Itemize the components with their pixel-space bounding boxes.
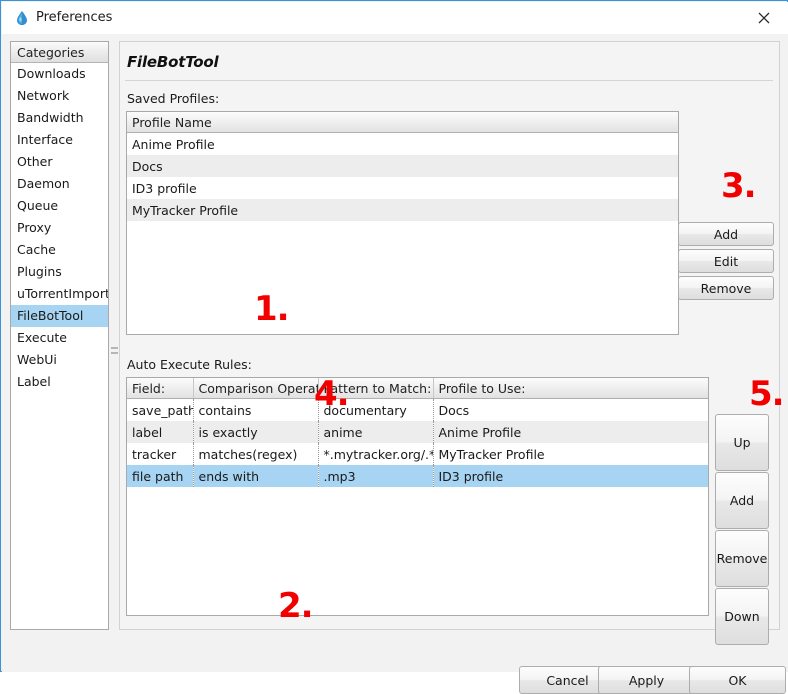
cell-profile-name: Docs — [127, 155, 678, 177]
sidebar-item-interface[interactable]: Interface — [11, 129, 108, 151]
sidebar-item-label: Downloads — [17, 66, 86, 81]
column-header-comparison-operator[interactable]: Comparison Operator: — [193, 378, 319, 399]
table-row[interactable]: file path ends with .mp3 ID3 profile — [127, 465, 708, 487]
cell-field: save_path — [127, 398, 194, 421]
sidebar-item-daemon[interactable]: Daemon — [11, 173, 108, 195]
column-header-profile-name[interactable]: Profile Name — [127, 112, 678, 133]
sidebar-item-plugins[interactable]: Plugins — [11, 261, 108, 283]
close-icon — [758, 12, 770, 24]
splitter-handle[interactable] — [111, 347, 118, 369]
cell-operator: is exactly — [193, 421, 319, 443]
sidebar-item-webui[interactable]: WebUi — [11, 349, 108, 371]
sidebar-item-label: WebUi — [17, 352, 57, 367]
sidebar-item-label: Daemon — [17, 176, 70, 191]
preferences-window: Preferences Categories Downloads Network… — [0, 0, 788, 694]
move-rule-up-button[interactable]: Up — [715, 414, 769, 471]
sidebar-item-label: Label — [17, 374, 51, 389]
table-row[interactable]: tracker matches(regex) *.mytracker.org/.… — [127, 443, 708, 465]
remove-rule-button[interactable]: Remove — [715, 530, 769, 587]
cell-profile: MyTracker Profile — [438, 446, 545, 462]
move-rule-down-button[interactable]: Down — [715, 588, 769, 645]
cell-operator: matches(regex) — [193, 443, 319, 465]
page-title: FileBotTool — [127, 53, 219, 71]
title-bar: Preferences — [2, 2, 788, 34]
sidebar-item-filebottool[interactable]: FileBotTool — [11, 305, 108, 327]
cell-field: tracker — [127, 443, 194, 465]
table-row[interactable]: label is exactly anime Anime Profile — [127, 421, 708, 443]
sidebar-item-label: Cache — [17, 242, 56, 257]
auto-execute-rules-table[interactable]: Field: Comparison Operator: Pattern to M… — [126, 377, 709, 616]
sidebar-item-label: Proxy — [17, 220, 52, 235]
cell-operator: ends with — [193, 465, 319, 487]
cell-profile-name: Anime Profile — [132, 136, 215, 152]
sidebar-item-label: FileBotTool — [11, 305, 108, 327]
sidebar-item-downloads[interactable]: Downloads — [11, 63, 108, 85]
remove-profile-button[interactable]: Remove — [678, 276, 774, 300]
dialog-body: Categories Downloads Network Bandwidth I… — [2, 34, 788, 694]
sidebar-item-cache[interactable]: Cache — [11, 239, 108, 261]
column-header-profile-to-use[interactable]: Profile to Use: — [433, 378, 708, 399]
sidebar-item-label[interactable]: Label — [11, 371, 108, 393]
table-row[interactable]: ID3 profile — [127, 177, 678, 199]
cell-profile-name: MyTracker Profile — [127, 199, 678, 221]
sidebar-item-label: Plugins — [17, 264, 62, 279]
add-rule-button[interactable]: Add — [715, 472, 769, 529]
categories-header: Categories — [11, 42, 108, 63]
sidebar-item-label: uTorrentImport — [17, 286, 109, 301]
annotation-5: 5. — [749, 374, 785, 414]
saved-profiles-label: Saved Profiles: — [127, 91, 220, 106]
sidebar-item-label: Execute — [17, 330, 67, 345]
table-row[interactable]: Docs — [127, 155, 678, 177]
table-row[interactable]: MyTracker Profile — [127, 199, 678, 221]
sidebar-item-label: Bandwidth — [17, 110, 84, 125]
cell-field: label — [127, 421, 194, 443]
saved-profiles-table[interactable]: Profile Name Anime Profile Docs ID3 prof… — [126, 111, 679, 335]
column-header-field[interactable]: Field: — [127, 378, 194, 399]
sidebar-item-network[interactable]: Network — [11, 85, 108, 107]
cell-profile-name: ID3 profile — [132, 180, 197, 196]
sidebar-item-label: Other — [17, 154, 53, 169]
ok-button[interactable]: OK — [689, 666, 786, 694]
filebottool-panel: FileBotTool Saved Profiles: Auto Execute… — [119, 41, 780, 630]
cell-pattern: .mp3 — [318, 465, 434, 487]
cell-profile: Docs — [438, 402, 470, 418]
sidebar-item-label: Network — [17, 88, 70, 103]
cell-profile: ID3 profile — [433, 465, 708, 487]
window-title: Preferences — [36, 10, 113, 25]
annotation-3: 3. — [721, 166, 757, 206]
cell-profile: Anime Profile — [433, 421, 708, 443]
title-divider — [125, 80, 773, 81]
sidebar-item-utorrentimport[interactable]: uTorrentImport — [11, 283, 108, 305]
categories-sidebar: Categories Downloads Network Bandwidth I… — [10, 41, 109, 630]
apply-button[interactable]: Apply — [598, 666, 695, 694]
auto-execute-rules-label: Auto Execute Rules: — [127, 357, 252, 372]
sidebar-item-other[interactable]: Other — [11, 151, 108, 173]
sidebar-item-bandwidth[interactable]: Bandwidth — [11, 107, 108, 129]
cell-operator: contains — [193, 398, 319, 421]
cell-field: file path — [127, 465, 194, 487]
annotation-2: 2. — [278, 586, 314, 626]
table-header-row: Profile Name — [127, 112, 678, 133]
annotation-1: 1. — [254, 289, 290, 329]
annotation-4: 4. — [314, 374, 350, 414]
table-row[interactable]: Anime Profile — [127, 133, 678, 156]
table-header-row: Field: Comparison Operator: Pattern to M… — [127, 378, 708, 399]
cell-pattern: anime — [318, 421, 434, 443]
add-profile-button[interactable]: Add — [678, 222, 774, 246]
table-row[interactable]: save_path contains documentary Docs — [127, 398, 708, 421]
close-button[interactable] — [742, 2, 788, 33]
water-drop-icon — [14, 10, 30, 26]
sidebar-item-label: Interface — [17, 132, 73, 147]
sidebar-item-proxy[interactable]: Proxy — [11, 217, 108, 239]
edit-profile-button[interactable]: Edit — [678, 249, 774, 273]
sidebar-item-queue[interactable]: Queue — [11, 195, 108, 217]
sidebar-item-label: Queue — [17, 198, 59, 213]
cell-pattern: *.mytracker.org/.* — [318, 443, 434, 465]
sidebar-item-execute[interactable]: Execute — [11, 327, 108, 349]
